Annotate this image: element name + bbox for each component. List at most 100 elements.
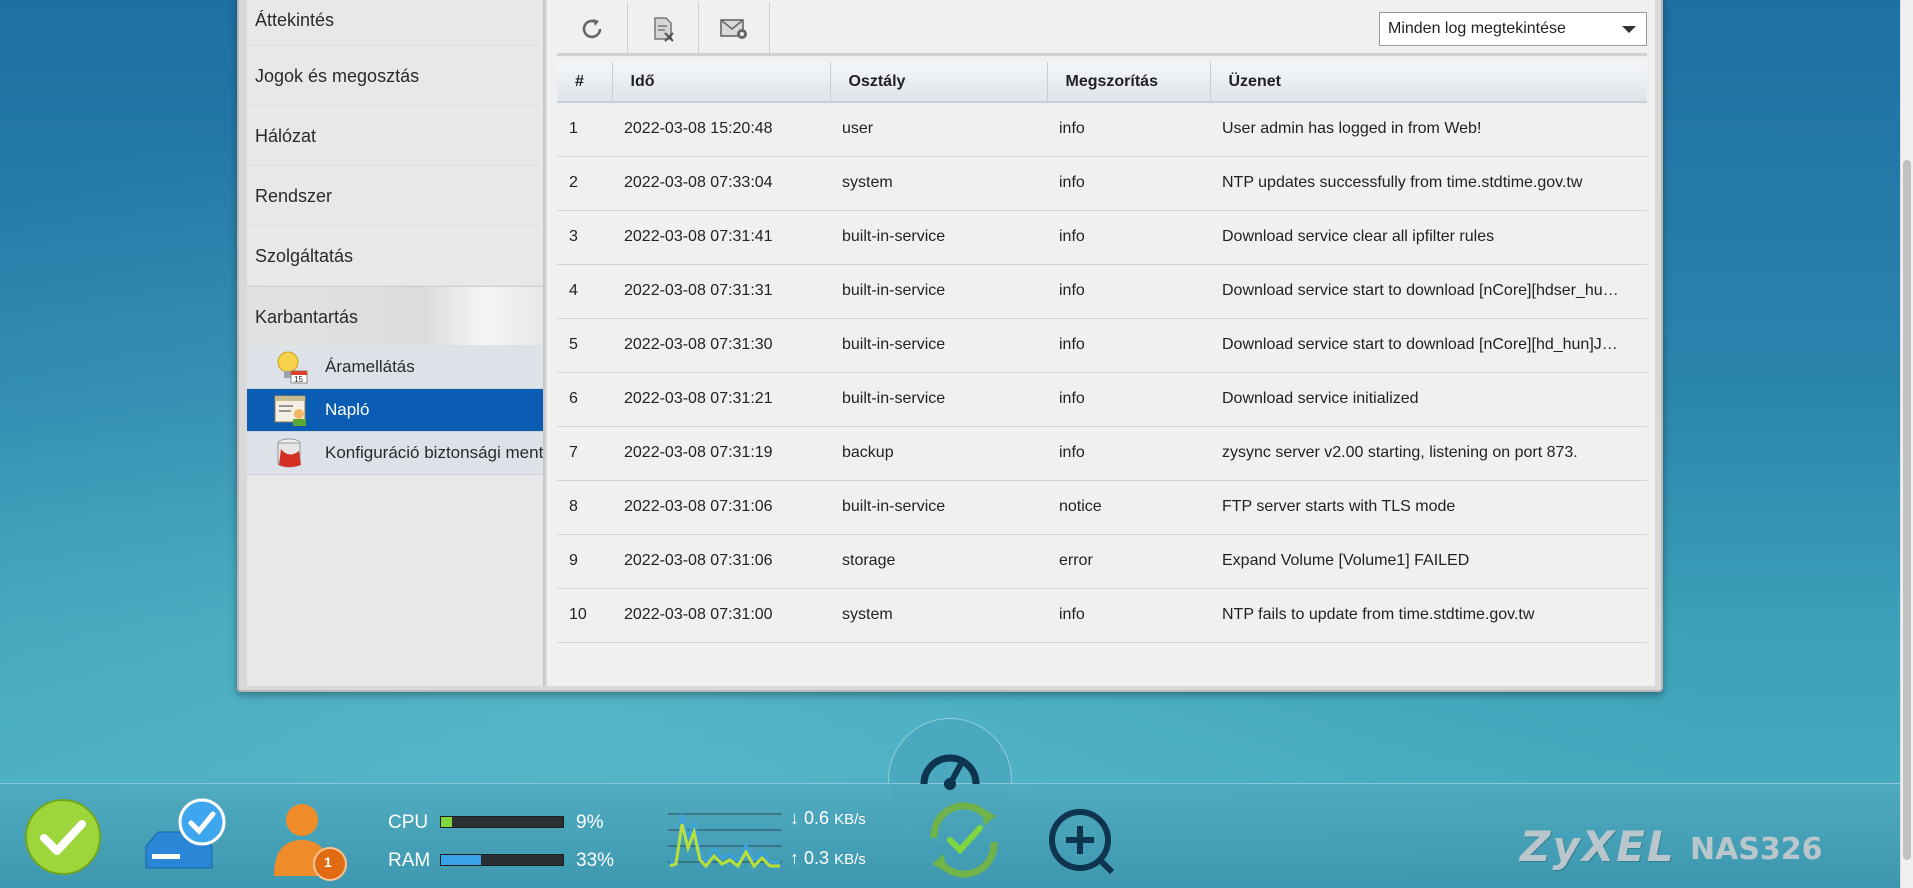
cell-message: Download service start to download [nCor… [1210, 264, 1647, 319]
email-settings-button[interactable] [699, 2, 770, 56]
clear-log-button[interactable] [628, 2, 699, 56]
download-value: 0.6 [804, 808, 830, 828]
column-header-message[interactable]: Üzenet [1210, 62, 1647, 103]
table-row[interactable]: 4 2022-03-08 07:31:31 built-in-service info… [557, 264, 1647, 319]
cpu-value: 9% [576, 812, 604, 833]
cell-class: system [830, 156, 1047, 211]
cell-time: 2022-03-08 07:31:41 [612, 210, 830, 265]
user-icon[interactable] [262, 794, 354, 886]
table-row[interactable]: 1 2022-03-08 15:20:48 user info User admin h… [557, 102, 1647, 157]
maintenance-submenu: 15 Áramellátás Napló Konfiguráció bizton… [247, 346, 543, 475]
table-row[interactable]: 6 2022-03-08 07:31:21 built-in-service info… [557, 372, 1647, 427]
upload-value: 0.3 [804, 848, 830, 868]
cell-message: User admin has logged in from Web! [1210, 102, 1647, 157]
cell-class: storage [830, 534, 1047, 589]
log-filter-value: Minden log megtekintése [1388, 20, 1566, 37]
column-header-class[interactable]: Osztály [830, 62, 1048, 103]
cell-time: 2022-03-08 07:31:21 [612, 372, 830, 427]
cell-message: Expand Volume [Volume1] FAILED [1210, 534, 1647, 589]
cpu-meter [440, 816, 564, 828]
column-header-time[interactable]: Idő [612, 62, 831, 103]
table-header-row: # Idő Osztály Megszorítás Üzenet [557, 62, 1647, 103]
cell-message: NTP fails to update from time.stdtime.go… [1210, 588, 1647, 643]
log-table: # Idő Osztály Megszorítás Üzenet 1 2022-0… [557, 62, 1647, 643]
ram-value: 33% [576, 850, 615, 871]
dashboard-gauge-icon[interactable] [918, 740, 982, 790]
column-header-severity[interactable]: Megszorítás [1047, 62, 1211, 103]
sidebar-item-network[interactable]: Hálózat [247, 106, 543, 166]
cell-number: 3 [557, 210, 612, 265]
sidebar-item-system[interactable]: Rendszer [247, 166, 543, 226]
cell-number: 4 [557, 264, 612, 319]
download-unit: KB/s [834, 811, 866, 828]
cell-class: system [830, 588, 1047, 643]
column-header-number[interactable]: # [557, 62, 613, 103]
log-filter-select[interactable]: Minden log megtekintése [1379, 12, 1647, 46]
cell-number: 9 [557, 534, 612, 589]
cell-time: 2022-03-08 07:31:31 [612, 264, 830, 319]
table-row[interactable]: 9 2022-03-08 07:31:06 storage error Expand V… [557, 534, 1647, 589]
cell-number: 2 [557, 156, 612, 211]
cell-severity: info [1047, 588, 1210, 643]
cell-number: 6 [557, 372, 612, 427]
submenu-item-log[interactable]: Napló [247, 389, 543, 432]
refresh-button[interactable] [557, 2, 628, 56]
table-row[interactable]: 7 2022-03-08 07:31:19 backup info zysync ser… [557, 426, 1647, 481]
ram-meter [440, 854, 564, 866]
submenu-item-label: Konfiguráció biztonsági mentése [325, 443, 543, 462]
chevron-down-icon [1622, 26, 1636, 33]
submenu-item-label: Napló [325, 400, 370, 419]
svg-text:15: 15 [294, 375, 303, 384]
power-bulb-icon: 15 [277, 351, 308, 384]
table-row[interactable]: 2 2022-03-08 07:33:04 system info NTP update… [557, 156, 1647, 211]
storage-ok-icon[interactable] [142, 796, 228, 878]
cell-number: 5 [557, 318, 612, 373]
table-row[interactable]: 5 2022-03-08 07:31:30 built-in-service info… [557, 318, 1647, 373]
cell-severity: notice [1047, 480, 1210, 535]
cell-class: built-in-service [830, 480, 1047, 535]
config-backup-icon [277, 438, 301, 468]
arrow-up-icon: ↑ [790, 848, 799, 868]
table-row[interactable]: 10 2022-03-08 07:31:00 system info NTP fails… [557, 588, 1647, 643]
add-app-icon[interactable] [1046, 806, 1116, 876]
refresh-icon [582, 19, 602, 39]
cell-message: Download service clear all ipfilter rule… [1210, 210, 1647, 265]
sidebar-item-privileges[interactable]: Jogok és megosztás [247, 46, 543, 106]
cell-message: Download service start to download [nCor… [1210, 318, 1647, 373]
sidebar-item-maintenance[interactable]: Karbantartás [247, 286, 543, 346]
page-scrollbar[interactable] [1900, 0, 1913, 888]
cell-time: 2022-03-08 07:31:00 [612, 588, 830, 643]
ram-meter-fill [441, 855, 482, 865]
backup-sync-icon[interactable] [920, 798, 1008, 882]
sidebar-item-overview[interactable]: Áttekintés [247, 0, 543, 46]
table-row[interactable]: 8 2022-03-08 07:31:06 built-in-service noti… [557, 480, 1647, 535]
submenu-item-config-backup[interactable]: Konfiguráció biztonsági mentése [247, 432, 543, 475]
arrow-down-icon: ↓ [790, 808, 799, 828]
email-settings-icon [720, 19, 747, 39]
cell-number: 8 [557, 480, 612, 535]
cell-class: built-in-service [830, 372, 1047, 427]
ram-label: RAM [388, 850, 431, 871]
device-model: NAS326 [1690, 832, 1823, 867]
cell-class: built-in-service [830, 264, 1047, 319]
cell-number: 10 [557, 588, 612, 643]
cell-severity: info [1047, 372, 1210, 427]
cell-class: built-in-service [830, 318, 1047, 373]
cell-message: NTP updates successfully from time.stdti… [1210, 156, 1647, 211]
clear-log-icon [654, 17, 674, 42]
sidebar-item-service[interactable]: Szolgáltatás [247, 226, 543, 286]
cell-number: 1 [557, 102, 612, 157]
cell-number: 7 [557, 426, 612, 481]
cell-time: 2022-03-08 15:20:48 [612, 102, 830, 157]
cell-message: FTP server starts with TLS mode [1210, 480, 1647, 535]
submenu-item-power[interactable]: 15 Áramellátás [247, 346, 543, 389]
cell-message: zysync server v2.00 starting, listening … [1210, 426, 1647, 481]
system-ok-icon[interactable] [24, 798, 102, 876]
cell-class: backup [830, 426, 1047, 481]
cell-time: 2022-03-08 07:33:04 [612, 156, 830, 211]
scrollbar-thumb[interactable] [1903, 160, 1911, 860]
cell-time: 2022-03-08 07:31:06 [612, 534, 830, 589]
cell-time: 2022-03-08 07:31:06 [612, 480, 830, 535]
table-row[interactable]: 3 2022-03-08 07:31:41 built-in-service info… [557, 210, 1647, 265]
submenu-item-label: Áramellátás [325, 357, 415, 376]
